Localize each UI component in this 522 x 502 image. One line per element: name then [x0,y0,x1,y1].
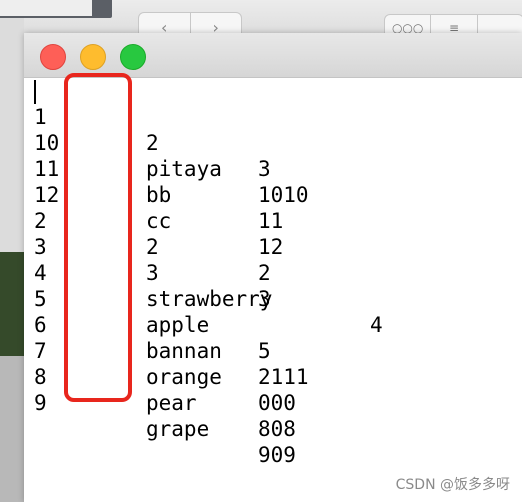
column-2-value: grape [146,417,210,441]
background-gray-panel [0,356,24,502]
watermark-text: CSDN @饭多多呀 [395,477,510,493]
minimize-button[interactable] [80,44,106,70]
column-3-value: 000 [258,391,296,415]
column-2-value: pear [146,391,197,415]
column-2-value: cc [146,209,172,233]
column-3-value: 11 [258,209,284,233]
column-2-value: bannan [146,339,222,363]
column-3-value: 808 [258,417,296,441]
column-2-value: apple [146,313,210,337]
column-3-value: 4 [370,313,383,337]
text-editor-window: 1 2 3 10 pitaya 1010 11 bb 11 12 cc 12 2… [24,33,522,502]
maximize-button[interactable] [120,44,146,70]
window-titlebar[interactable] [24,33,522,78]
column-2-value: 3 [146,261,159,285]
background-light-panel [0,0,92,16]
column-2-value: bb [146,183,172,207]
column-1-value: 9 [34,391,47,415]
highlight-annotation-box [64,73,132,402]
column-3-value: 909 [258,443,296,467]
background-green-panel [0,252,24,356]
column-2-value: pitaya [146,157,222,181]
column-2-value: 2 [146,131,159,155]
column-3-value: 2111 [258,365,309,389]
column-3-value: 12 [258,235,284,259]
column-3-value: 3 [258,157,271,181]
column-3-value: 5 [258,339,271,363]
close-button[interactable] [40,44,66,70]
column-2-value: strawberry [146,287,273,311]
column-3-value: 2 [258,261,271,285]
column-3-value: 1010 [258,183,309,207]
column-2-value: orange [146,365,222,389]
column-2-value: 2 [146,235,159,259]
